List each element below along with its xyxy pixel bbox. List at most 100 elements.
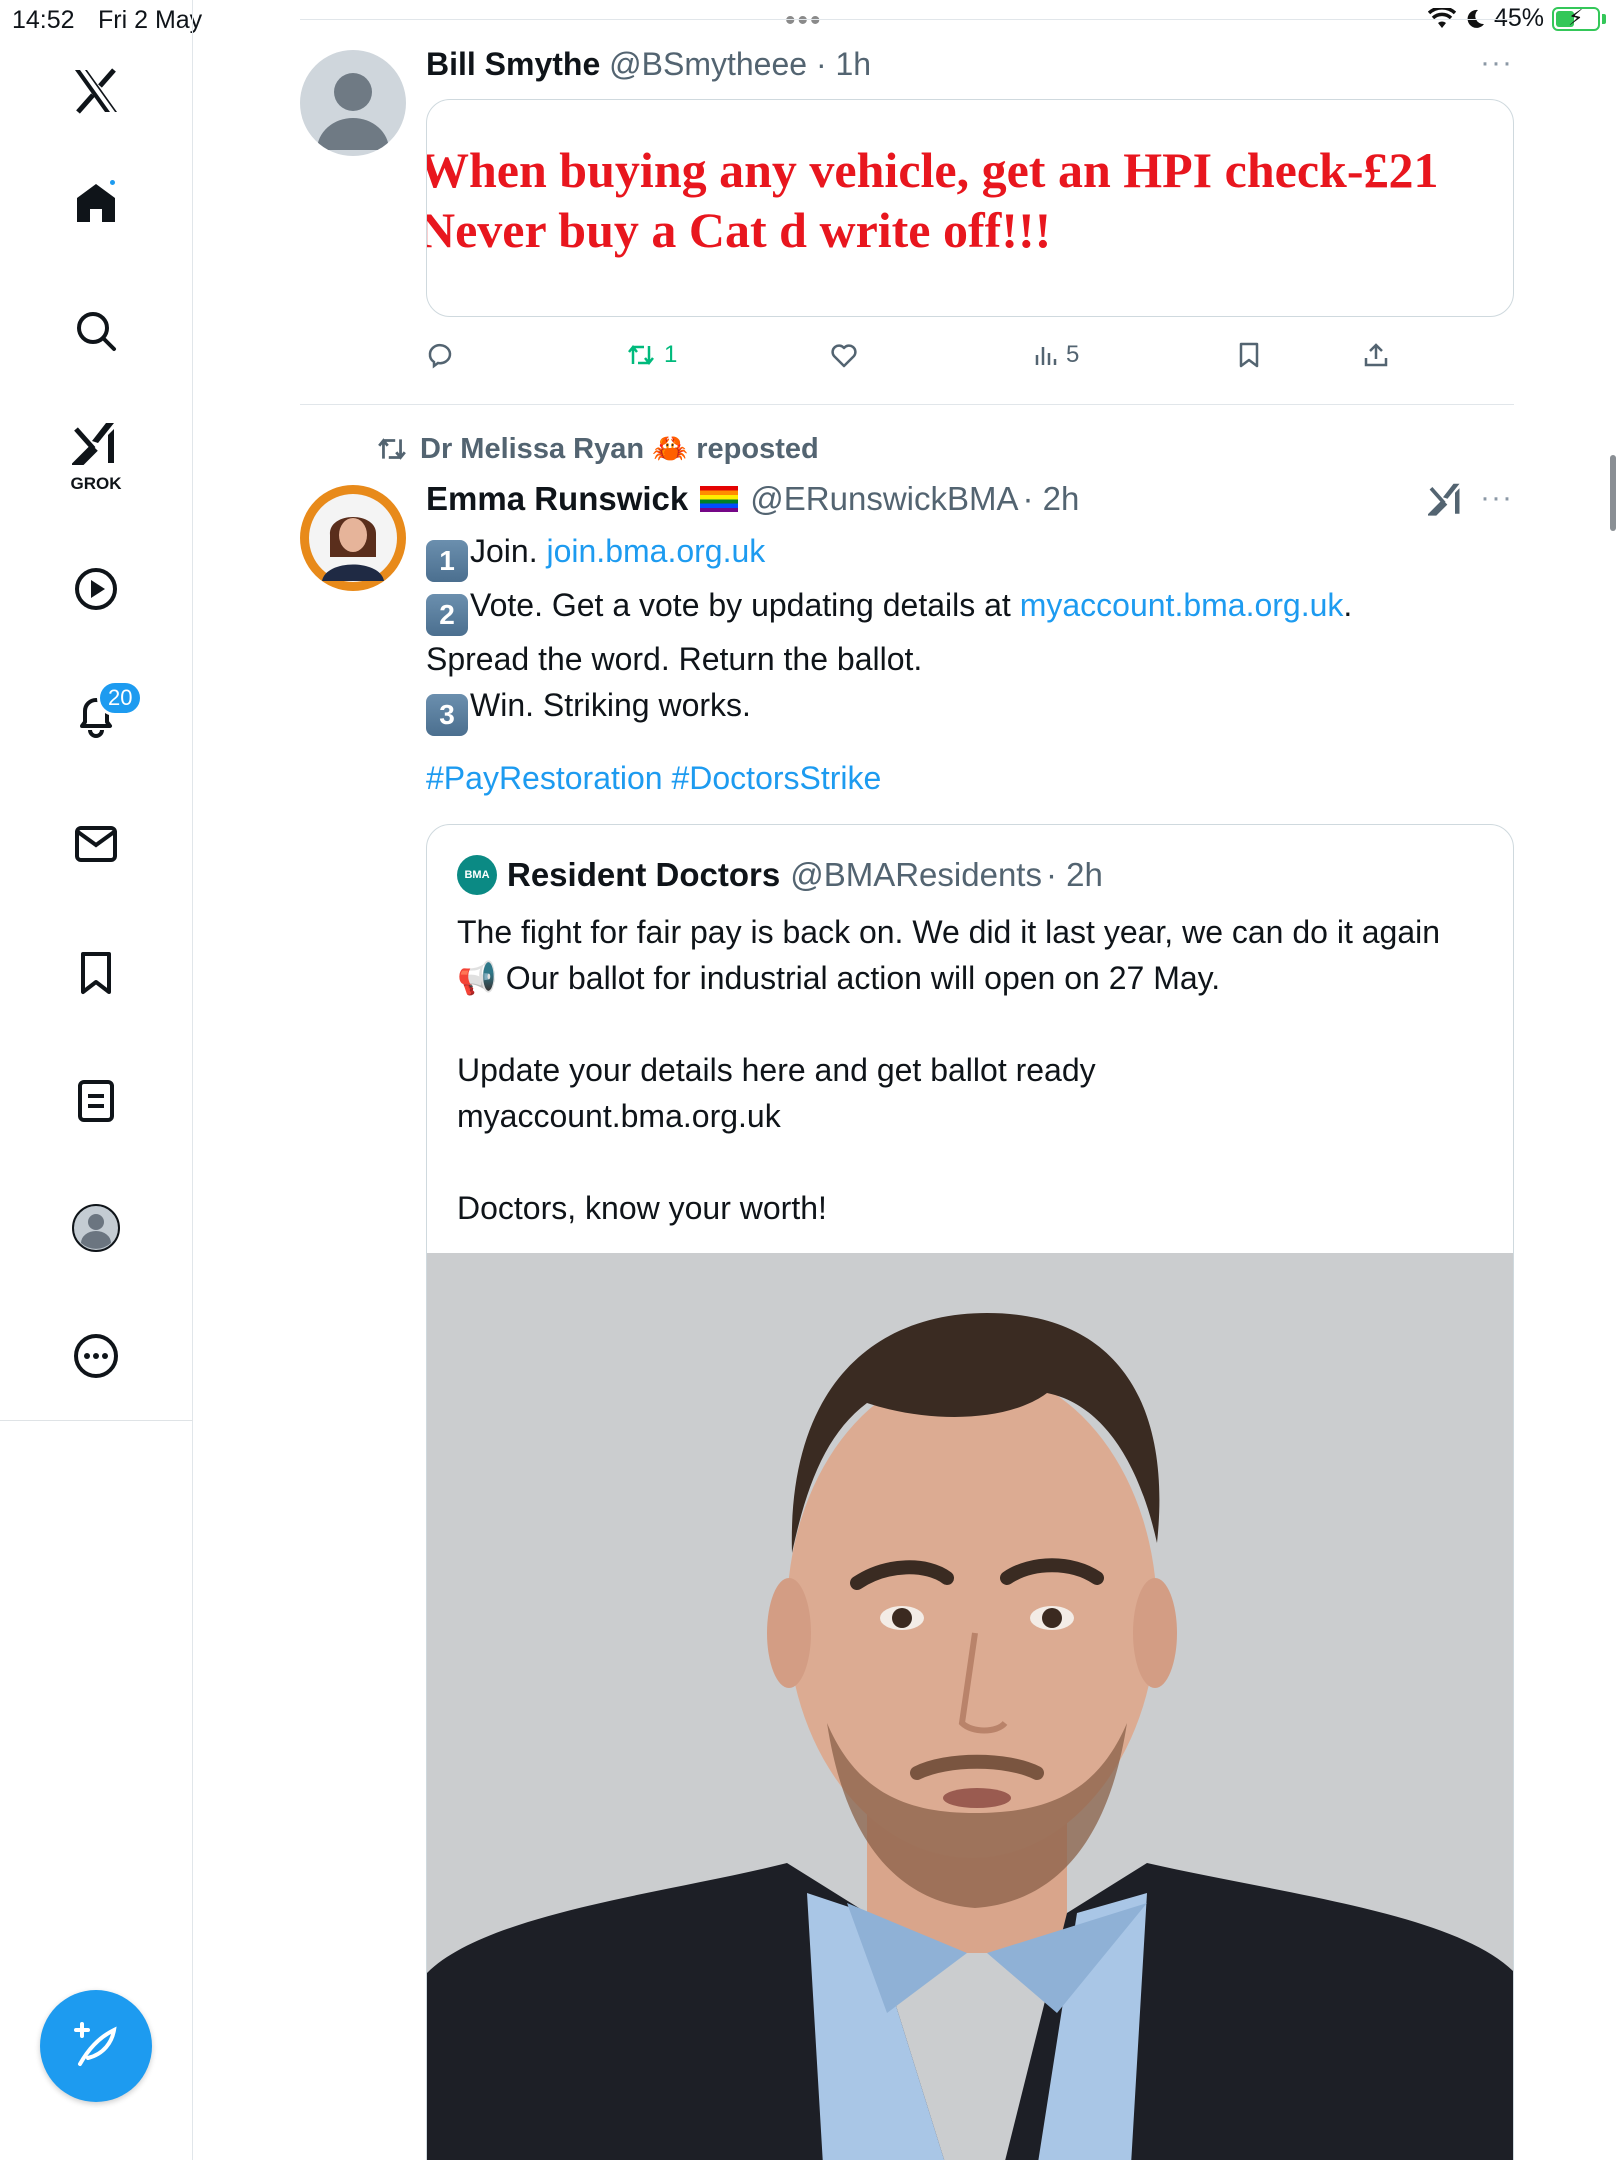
more-options-icon[interactable]: ··· xyxy=(1480,481,1513,515)
share-icon xyxy=(1364,343,1388,367)
views-count: 5 xyxy=(1066,341,1080,368)
list-icon xyxy=(78,1080,114,1122)
profile-photo xyxy=(309,494,397,582)
step-2-end: . xyxy=(1343,587,1353,623)
nav-profile[interactable] xyxy=(55,1187,137,1269)
hashtags[interactable]: #PayRestoration #DoctorsStrike xyxy=(426,760,881,797)
tweet-header: Bill Smythe @BSmytheee · 1h xyxy=(426,46,871,83)
mail-icon xyxy=(75,826,117,862)
myaccount-link[interactable]: myaccount.bma.org.uk xyxy=(1020,587,1344,623)
bookmark-icon xyxy=(1239,342,1259,368)
nav-lists[interactable] xyxy=(55,1060,137,1142)
step-3-text: Win. Striking works. xyxy=(470,687,751,723)
quote-paragraph: Update your details here and get ballot … xyxy=(457,1052,1096,1088)
display-name[interactable]: Emma Runswick xyxy=(426,480,688,518)
compose-feather-icon xyxy=(74,2022,117,2066)
card-line-2: Never buy a Cat d write off!!! xyxy=(426,202,1052,258)
x-logo-icon[interactable] xyxy=(55,50,137,132)
nav-more[interactable] xyxy=(55,1315,137,1397)
more-circle-icon xyxy=(74,1334,118,1378)
tweet-divider xyxy=(300,404,1514,405)
sidebar: GROK 20 xyxy=(0,0,193,2160)
quote-paragraph: The fight for fair pay is back on. We di… xyxy=(457,914,1441,996)
sidebar-divider xyxy=(0,1420,193,1421)
analytics-icon xyxy=(1035,347,1057,365)
tweet-header: Emma Runswick @ERunswickBMA · 2h xyxy=(426,480,1079,518)
charging-bolt-icon: ⚡ xyxy=(1568,4,1584,30)
bookmark-icon xyxy=(81,952,111,994)
play-icon xyxy=(75,568,117,610)
nav-messages[interactable] xyxy=(55,803,137,885)
bookmark-button[interactable] xyxy=(1238,333,1260,377)
retweet-button[interactable]: 1 xyxy=(626,333,677,377)
handle[interactable]: @BMAResidents xyxy=(790,856,1042,894)
quote-paragraph: Doctors, know your worth! xyxy=(457,1190,827,1226)
timestamp[interactable]: · 2h xyxy=(1046,856,1103,894)
display-name[interactable]: Resident Doctors xyxy=(507,856,780,894)
text-line: 1 Join. join.bma.org.uk xyxy=(426,528,1506,582)
quote-header: BMA Resident Doctors @BMAResidents · 2h xyxy=(457,855,1103,895)
rainbow-flag-icon xyxy=(700,486,739,512)
card-line-1: When buying any vehicle, get an HPI chec… xyxy=(426,142,1439,198)
video-frame-person xyxy=(427,1253,1513,2160)
more-options-icon[interactable]: ··· xyxy=(1480,46,1513,80)
reply-button[interactable] xyxy=(426,333,454,377)
notification-badge: 20 xyxy=(97,680,144,716)
step-2-text: Vote. Get a vote by updating details at xyxy=(470,587,1020,623)
quoted-tweet[interactable]: BMA Resident Doctors @BMAResidents · 2h … xyxy=(426,824,1514,2160)
handle[interactable]: @BSmytheee xyxy=(609,46,807,82)
quote-text: The fight for fair pay is back on. We di… xyxy=(457,909,1487,1277)
heart-icon xyxy=(831,344,857,368)
nav-grok[interactable]: GROK xyxy=(55,412,137,494)
avatar[interactable] xyxy=(300,50,406,156)
tweet-text: 1 Join. join.bma.org.uk 2 Vote. Get a vote… xyxy=(426,528,1506,736)
nav-notifications[interactable]: 20 xyxy=(55,674,144,756)
battery-cap xyxy=(1602,13,1606,24)
compose-button[interactable] xyxy=(40,1990,152,2102)
scrollbar[interactable] xyxy=(1610,455,1616,531)
unread-dot xyxy=(110,180,115,185)
nav-explore[interactable] xyxy=(55,290,137,372)
nav-video[interactable] xyxy=(55,548,137,630)
retweet-count: 1 xyxy=(664,341,678,368)
retweet-icon xyxy=(378,438,406,460)
keycap-two-icon: 2 xyxy=(426,594,468,636)
reposted-by: Dr Melissa Ryan 🦀 reposted xyxy=(420,433,819,465)
bma-logo-avatar[interactable]: BMA xyxy=(457,855,497,895)
search-icon xyxy=(77,312,116,351)
keycap-one-icon: 1 xyxy=(426,540,468,582)
text-line: 3 Win. Striking works. xyxy=(426,682,1506,736)
grok-explain-icon[interactable] xyxy=(1426,480,1464,521)
repost-indicator[interactable]: Dr Melissa Ryan 🦀 reposted xyxy=(376,432,819,466)
avatar[interactable] xyxy=(300,485,406,591)
nav-bookmarks[interactable] xyxy=(55,932,137,1014)
like-button[interactable] xyxy=(830,333,858,377)
text-line: Spread the word. Return the ballot. xyxy=(426,641,923,677)
grok-label: GROK xyxy=(70,474,122,493)
keycap-three-icon: 3 xyxy=(426,694,468,736)
battery-icon: ⚡ xyxy=(1552,4,1600,31)
quote-link-text: myaccount.bma.org.uk xyxy=(457,1098,781,1134)
step-1-text: Join. xyxy=(470,533,547,569)
default-avatar-icon xyxy=(317,73,389,150)
home-icon xyxy=(77,184,115,222)
video-player[interactable] xyxy=(427,1253,1513,2160)
text-line: 2 Vote. Get a vote by updating details at… xyxy=(426,582,1506,636)
display-name[interactable]: Bill Smythe xyxy=(426,46,600,82)
reply-icon xyxy=(428,343,452,369)
tweet-actions: 1 5 xyxy=(426,333,1426,377)
card-text: When buying any vehicle, get an HPI chec… xyxy=(426,140,1439,260)
share-button[interactable] xyxy=(1363,333,1389,377)
join-link[interactable]: join.bma.org.uk xyxy=(546,533,765,569)
nav-home[interactable] xyxy=(55,162,137,244)
handle[interactable]: @ERunswickBMA xyxy=(750,480,1018,518)
retweet-icon xyxy=(628,344,654,366)
image-card[interactable]: When buying any vehicle, get an HPI chec… xyxy=(426,99,1514,317)
timeline: Bill Smythe @BSmytheee · 1h ··· When buy… xyxy=(300,0,1514,2160)
top-divider xyxy=(300,19,1514,20)
profile-avatar-icon xyxy=(72,1204,120,1252)
grok-icon xyxy=(72,423,114,465)
timestamp[interactable]: · 2h xyxy=(1023,480,1080,518)
views-button[interactable]: 5 xyxy=(1034,333,1079,377)
timestamp[interactable]: · 1h xyxy=(816,46,871,82)
